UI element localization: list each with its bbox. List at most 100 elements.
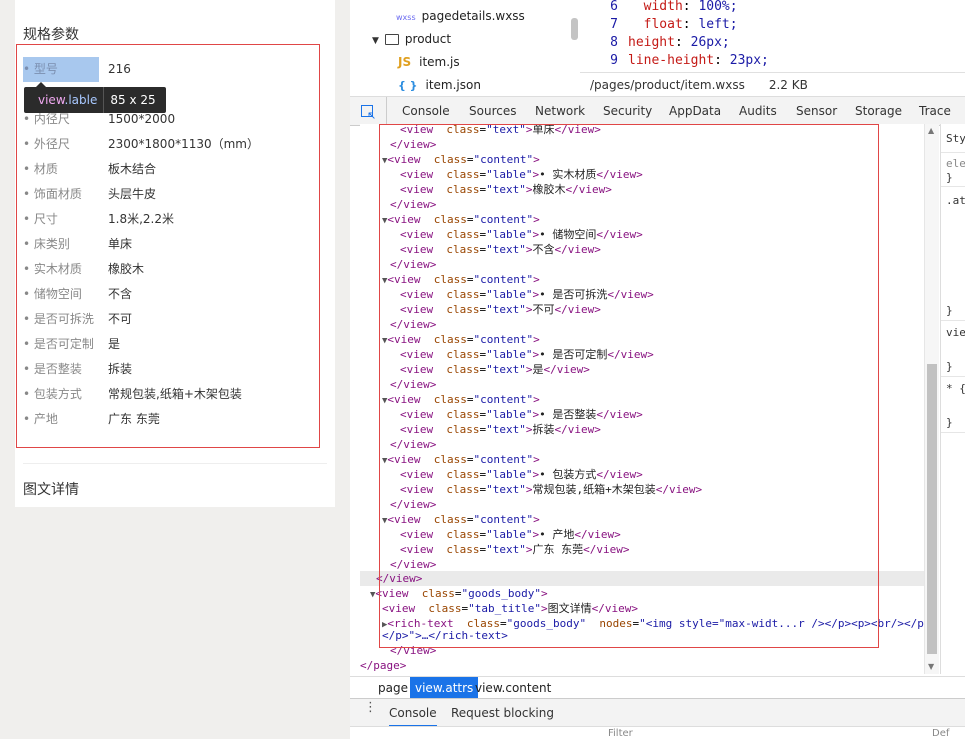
caret-down-icon[interactable]: ▼	[372, 30, 379, 52]
spec-row[interactable]: • 是否可定制 是	[23, 332, 313, 357]
spec-value: 2300*1800*1130（mm）	[108, 137, 259, 151]
file-name: pagedetails.wxss	[421, 9, 525, 23]
dom-node[interactable]: </page>	[360, 658, 406, 673]
spec-label: • 是否可定制	[23, 337, 94, 351]
tab-sources[interactable]: Sources	[469, 97, 516, 125]
styles-rule: ele	[946, 157, 965, 170]
scroll-up-arrow-icon[interactable]: ▲	[928, 126, 934, 135]
code-line: 8 height: 26px;	[610, 35, 730, 50]
tab-console[interactable]: Console	[402, 97, 450, 125]
spec-label: • 饰面材质	[23, 187, 82, 201]
tab-trace[interactable]: Trace	[919, 97, 951, 125]
section-divider	[23, 463, 327, 464]
cursor-arrow-icon: ↖	[367, 109, 377, 122]
console-toolbar: Filter Def	[350, 726, 965, 739]
spec-label: • 材质	[23, 162, 58, 176]
spec-row-model[interactable]: • 型号 216	[23, 57, 313, 82]
devtools-tabbar: ↖ Console Sources Network Security AppDa…	[350, 96, 965, 126]
file-size: 2.2 KB	[768, 78, 808, 92]
styles-rule: }	[946, 360, 953, 373]
code-line: 9 line-height: 23px;	[610, 53, 769, 68]
spec-label: • 储物空间	[23, 287, 82, 301]
scroll-down-arrow-icon[interactable]: ▼	[928, 662, 934, 671]
tooltip-tag: view	[38, 93, 65, 107]
tooltip-class: .lable	[64, 93, 98, 107]
spec-value: 广东 东莞	[108, 412, 160, 426]
spec-row[interactable]: • 储物空间 不含	[23, 282, 313, 307]
tab-sensor[interactable]: Sensor	[796, 97, 837, 125]
console-level[interactable]: Def	[932, 728, 949, 739]
spec-value: 216	[108, 62, 131, 76]
spec-value: 是	[108, 337, 121, 351]
tooltip-selector: view.lable	[24, 87, 103, 113]
spec-label: • 产地	[23, 412, 58, 426]
divider	[941, 186, 965, 187]
code-line: 7 float: left;	[610, 17, 738, 32]
styles-panel: Sty ele } .at } vie } * { }	[940, 124, 965, 674]
file-path: /pages/product/item.wxss	[590, 78, 745, 92]
detail-section-title: 图文详情	[23, 482, 79, 498]
spec-row[interactable]: • 产地 广东 东莞	[23, 407, 313, 432]
folder-icon	[384, 34, 399, 45]
spec-row[interactable]: • 外径尺 2300*1800*1130（mm）	[23, 132, 313, 157]
drawer-tabbar: ⋮ Console Request blocking	[350, 698, 965, 727]
styles-rule: vie	[946, 326, 965, 339]
spec-row[interactable]: • 床类别 单床	[23, 232, 313, 257]
spec-label[interactable]: • 型号	[23, 57, 99, 82]
code-editor[interactable]: 6 width: 100%; 7 float: left; 8 height: 2…	[580, 0, 965, 70]
spec-row[interactable]: • 尺寸 1.8米,2.2米	[23, 207, 313, 232]
spec-value: 1.8米,2.2米	[108, 212, 174, 226]
spec-section-title: 规格参数	[23, 27, 79, 43]
styles-rule: .at	[946, 194, 965, 207]
file-item[interactable]: JS item.js	[398, 51, 460, 73]
file-item[interactable]: wxss pagedetails.wxss	[396, 5, 525, 27]
styles-rule: * {	[946, 382, 965, 395]
scrollbar-thumb[interactable]	[927, 364, 937, 654]
breadcrumb-item[interactable]: page	[373, 677, 413, 699]
tab-audits[interactable]: Audits	[739, 97, 777, 125]
tooltip-size: 85 x 25	[103, 87, 165, 113]
spec-label: • 实木材质	[23, 262, 82, 276]
file-name: item.json	[425, 78, 481, 92]
spec-value: 橡胶木	[108, 262, 145, 276]
tab-security[interactable]: Security	[603, 97, 652, 125]
divider	[941, 320, 965, 321]
spec-label: • 是否可拆洗	[23, 312, 94, 326]
editor-status-bar: /pages/product/item.wxss 2.2 KB	[580, 72, 965, 97]
spec-value: 单床	[108, 237, 133, 251]
drawer-tab-console[interactable]: Console	[389, 699, 437, 727]
more-menu-icon[interactable]: ⋮	[364, 701, 377, 714]
styles-tab[interactable]: Sty	[946, 132, 965, 145]
simulator-preview: 规格参数 • 型号 216 • 内径尺 1500*2000 • 外径尺 2300…	[15, 0, 335, 507]
styles-rule: }	[946, 304, 953, 317]
spec-row[interactable]: • 包装方式 常规包装,纸箱+木架包装	[23, 382, 313, 407]
file-tree-scrollbar[interactable]	[571, 18, 578, 40]
dom-breadcrumb: page view.attrs view.content	[350, 676, 965, 699]
spec-row[interactable]: • 实木材质 橡胶木	[23, 257, 313, 282]
code-line: 6 width: 100%;	[610, 0, 738, 14]
folder-item[interactable]: ▼ product	[372, 28, 451, 50]
drawer-tab-request-blocking[interactable]: Request blocking	[451, 699, 554, 727]
spec-value: 不含	[108, 287, 133, 301]
tab-storage[interactable]: Storage	[855, 97, 902, 125]
tab-network[interactable]: Network	[535, 97, 585, 125]
console-filter[interactable]: Filter	[608, 728, 633, 739]
spec-row[interactable]: • 材质 板木结合	[23, 157, 313, 182]
breadcrumb-item-active[interactable]: view.attrs	[410, 677, 479, 699]
tab-appdata[interactable]: AppData	[669, 97, 721, 125]
spec-value: 不可	[108, 312, 133, 326]
spec-row[interactable]: • 是否整装 拆装	[23, 357, 313, 382]
spec-label: • 是否整装	[23, 362, 82, 376]
spec-label: • 床类别	[23, 237, 70, 251]
breadcrumb-item[interactable]: view.content	[470, 677, 556, 699]
elements-scrollbar[interactable]: ▲ ▼	[924, 124, 939, 674]
spec-label: • 包装方式	[23, 387, 82, 401]
inspect-element-button[interactable]: ↖	[350, 97, 387, 125]
styles-rule: }	[946, 416, 953, 429]
spec-row[interactable]: • 饰面材质 头层牛皮	[23, 182, 313, 207]
js-file-icon: JS	[398, 55, 412, 69]
wxss-file-icon: wxss	[396, 13, 416, 22]
spec-value: 头层牛皮	[108, 187, 157, 201]
file-item[interactable]: { } item.json	[398, 74, 481, 96]
spec-row[interactable]: • 是否可拆洗 不可	[23, 307, 313, 332]
